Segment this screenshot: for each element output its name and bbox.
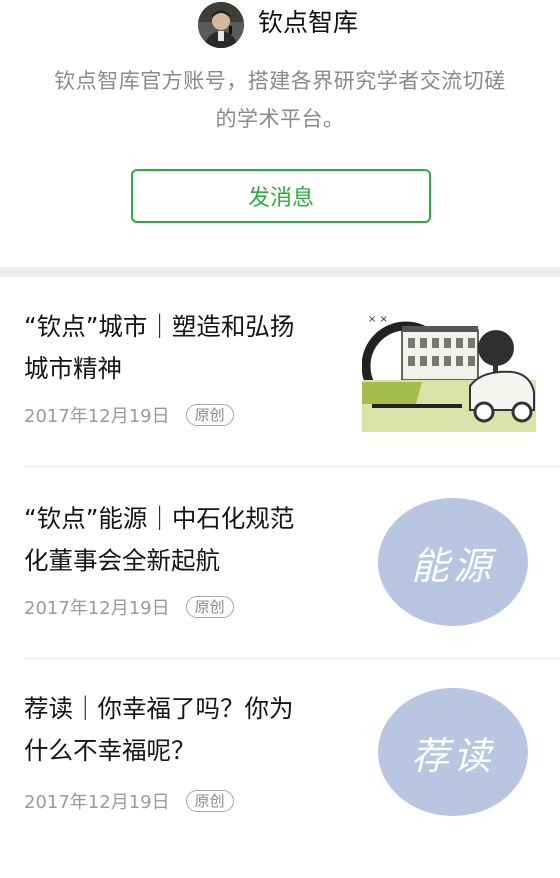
description-line-2: 的学术平台。 xyxy=(215,107,345,131)
avatar[interactable] xyxy=(198,2,244,48)
article-title-line-1: “钦点”城市｜塑造和弘扬 xyxy=(24,312,295,341)
list-separator xyxy=(24,658,560,659)
svg-text:× ×: × × xyxy=(368,314,388,325)
send-message-button[interactable]: 发消息 xyxy=(131,169,431,223)
article-title-line-2: 化董事会全新起航 xyxy=(24,546,220,575)
article-title[interactable]: “钦点”城市｜塑造和弘扬 城市精神 xyxy=(24,306,344,390)
article-title[interactable]: “钦点”能源｜中石化规范 化董事会全新起航 xyxy=(24,498,344,582)
thumbnail-calligraphy: 能源 xyxy=(410,543,495,588)
article-date: 2017年12月19日 xyxy=(24,598,170,619)
original-badge: 原创 xyxy=(185,404,234,426)
article-date: 2017年12月19日 xyxy=(24,792,170,813)
list-separator xyxy=(24,466,560,467)
article-title-line-2: 城市精神 xyxy=(24,354,122,383)
article-item[interactable]: “钦点”能源｜中石化规范 化董事会全新起航 2017年12月19日 原创 能源 xyxy=(0,498,560,688)
account-name: 钦点智库 xyxy=(258,8,359,37)
article-meta: 2017年12月19日 原创 xyxy=(24,594,234,620)
article-title[interactable]: 荐读｜你幸福了吗？你为 什么不幸福呢？ xyxy=(24,688,344,772)
article-thumbnail-energy[interactable]: 能源 xyxy=(378,498,528,626)
article-item[interactable]: “钦点”城市｜塑造和弘扬 城市精神 2017年12月19日 原创 × × xyxy=(0,306,560,496)
thumbnail-calligraphy: 荐读 xyxy=(410,733,495,778)
description-line-1: 钦点智库官方账号，搭建各界研究学者交流切磋 xyxy=(54,69,506,93)
article-title-line-2: 什么不幸福呢？ xyxy=(24,736,196,765)
article-title-line-1: “钦点”能源｜中石化规范 xyxy=(24,504,295,533)
original-badge: 原创 xyxy=(185,790,234,812)
section-divider xyxy=(0,267,560,277)
article-meta: 2017年12月19日 原创 xyxy=(24,402,234,428)
article-item[interactable]: 荐读｜你幸福了吗？你为 什么不幸福呢？ 2017年12月19日 原创 荐读 xyxy=(0,688,560,878)
article-thumbnail-recommend[interactable]: 荐读 xyxy=(378,688,528,816)
account-profile: 钦点智库 钦点智库官方账号，搭建各界研究学者交流切磋 的学术平台。 发消息 xyxy=(0,0,560,262)
account-description: 钦点智库官方账号，搭建各界研究学者交流切磋 的学术平台。 xyxy=(20,62,540,138)
article-title-line-1: 荐读｜你幸福了吗？你为 xyxy=(24,694,294,723)
original-badge: 原创 xyxy=(185,596,234,618)
article-date: 2017年12月19日 xyxy=(24,406,170,427)
article-thumbnail-city[interactable]: × × xyxy=(361,308,536,432)
article-meta: 2017年12月19日 原创 xyxy=(24,788,234,814)
